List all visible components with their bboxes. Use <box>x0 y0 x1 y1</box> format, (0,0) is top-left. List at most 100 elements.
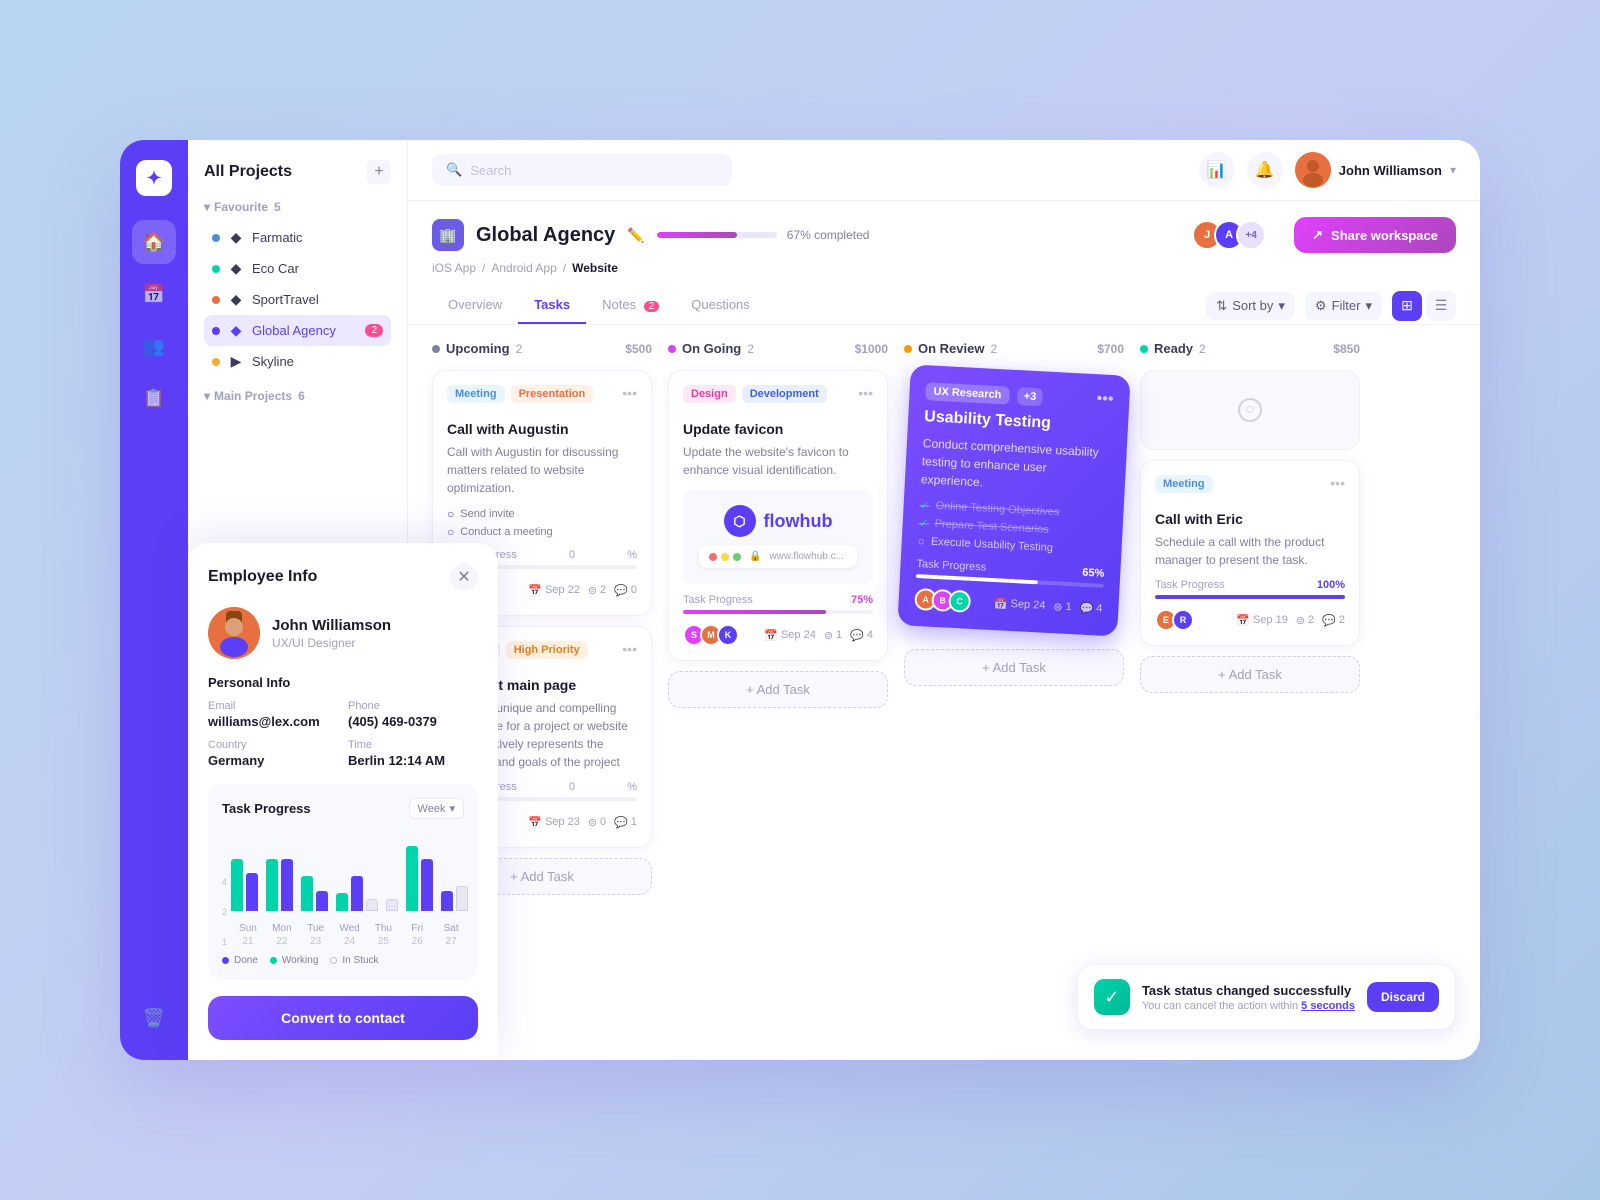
col-dot-onreview <box>904 345 912 353</box>
filter-button[interactable]: ⚙ Filter ▾ <box>1305 292 1382 320</box>
project-item-ecocar[interactable]: ◆ Eco Car <box>204 253 391 284</box>
bar-done-mon <box>281 859 293 911</box>
col-amount-upcoming: $500 <box>625 342 652 356</box>
user-profile[interactable]: John Williamson ▾ <box>1295 152 1456 188</box>
bar-stuck-thu <box>386 899 398 911</box>
column-onreview: On Review 2 $700 UX Research +3 ••• Usab… <box>904 341 1124 1044</box>
col-header-onreview: On Review 2 $700 <box>904 341 1124 356</box>
convert-to-contact-button[interactable]: Convert to contact <box>208 996 478 1040</box>
checklist-item-2: ○ Conduct a meeting <box>447 525 637 539</box>
dot-green <box>733 553 741 561</box>
chart-col-mon <box>266 841 293 911</box>
project-item-globalagency[interactable]: ◆ Global Agency 2 <box>204 315 391 346</box>
check-icon-2: ○ <box>447 525 454 539</box>
card-menu-icon[interactable]: ••• <box>622 385 637 401</box>
search-placeholder: Search <box>470 163 511 178</box>
meta-comments-eric: 💬 2 <box>1322 614 1345 627</box>
employee-info-text: John Williamson UX/UI Designer <box>272 617 391 650</box>
tab-tasks[interactable]: Tasks <box>518 287 586 324</box>
nav-users[interactable]: 👥 <box>132 324 176 368</box>
main-projects-section[interactable]: ▾ Main Projects 6 <box>204 389 391 403</box>
chevron-down-icon2: ▾ <box>204 389 210 403</box>
card-menu-icon-eric[interactable]: ••• <box>1330 475 1345 491</box>
grid-view-button[interactable]: ⊞ <box>1392 291 1422 321</box>
project-item-farmatic[interactable]: ◆ Farmatic <box>204 222 391 253</box>
card-menu-icon-2[interactable]: ••• <box>622 641 637 657</box>
field-email: Email williams@lex.com <box>208 700 338 729</box>
time-label: Time <box>348 739 478 751</box>
bar-working-sun <box>231 859 243 911</box>
purple-card-checklist: ✓ Online Testing Objectives ✓ Prepare Te… <box>917 498 1107 558</box>
browser-bar: 🔒 www.flowhub.c... <box>699 545 857 568</box>
tag-meeting: Meeting <box>447 385 505 403</box>
add-task-onreview[interactable]: + Add Task <box>904 649 1124 686</box>
meta-comments-2: 💬 1 <box>614 816 637 829</box>
meta-comments: 💬 0 <box>614 584 637 597</box>
search-box[interactable]: 🔍 Search <box>432 154 732 186</box>
card-menu-icon-3[interactable]: ••• <box>858 385 873 401</box>
col-count-ongoing: 2 <box>747 342 754 356</box>
legend-done: Done <box>222 955 258 966</box>
card-update-favicon: Design Development ••• Update favicon Up… <box>668 370 888 661</box>
col-amount-ongoing: $1000 <box>855 342 888 356</box>
share-icon: ↗ <box>1312 227 1323 243</box>
legend-dot-stuck <box>330 957 337 964</box>
bar-stuck-wed <box>366 899 378 911</box>
tag-extra: +3 <box>1017 387 1042 406</box>
bar-done-tue <box>316 891 328 911</box>
col-dot-ongoing <box>668 345 676 353</box>
calendar-icon-favicon: 📅 <box>764 629 778 642</box>
card-meta: 📅 Sep 22 ⊜ 2 💬 0 <box>528 584 637 597</box>
toast-discard-button[interactable]: Discard <box>1367 982 1439 1012</box>
kanban-board: Upcoming 2 $500 Meeting Presentation •••… <box>408 325 1480 1060</box>
close-panel-button[interactable]: ✕ <box>450 563 478 591</box>
tab-notes[interactable]: Notes 2 <box>586 287 675 324</box>
card-assignees-favicon: S M K <box>683 624 739 646</box>
add-task-ongoing[interactable]: + Add Task <box>668 671 888 708</box>
nav-trash[interactable]: 🗑️ <box>132 996 176 1040</box>
notification-button[interactable]: 🔔 <box>1247 152 1283 188</box>
card-meta-eric: 📅 Sep 19 ⊜ 2 💬 2 <box>1236 614 1345 627</box>
card-title-favicon: Update favicon <box>683 421 873 437</box>
edit-project-icon[interactable]: ✏️ <box>627 227 644 244</box>
toast-content: Task status changed successfully You can… <box>1142 983 1355 1012</box>
chart-col-wed <box>336 841 378 911</box>
toast-notification: ✓ Task status changed successfully You c… <box>1077 964 1456 1030</box>
employee-name: John Williamson <box>272 617 391 634</box>
favourite-section[interactable]: ▾ Favourite 5 <box>204 200 391 214</box>
toast-time-link[interactable]: 5 seconds <box>1301 1000 1355 1012</box>
tag-ux-research: UX Research <box>925 382 1010 404</box>
tab-overview[interactable]: Overview <box>432 287 518 324</box>
col-header-ready: Ready 2 $850 <box>1140 341 1360 356</box>
meta-subs-2: ⊜ 0 <box>588 816 606 829</box>
nav-tasks[interactable]: 📋 <box>132 376 176 420</box>
share-workspace-button[interactable]: ↗ Share workspace <box>1294 217 1456 253</box>
nav-calendar[interactable]: 📅 <box>132 272 176 316</box>
bar-done-fri <box>421 859 433 911</box>
sort-button[interactable]: ⇅ Sort by ▾ <box>1206 292 1295 320</box>
bar-working-wed <box>336 893 348 911</box>
list-view-button[interactable]: ☰ <box>1426 291 1456 321</box>
chart-y-labels: 4 2 1 <box>222 877 227 947</box>
toast-title: Task status changed successfully <box>1142 983 1355 998</box>
card-footer-favicon: S M K 📅 Sep 24 ⊜ 1 <box>683 624 873 646</box>
breadcrumb-android: Android App <box>491 261 556 275</box>
chart-button[interactable]: 📊 <box>1199 152 1235 188</box>
column-ready: Ready 2 $850 ○ Meeting ••• Call <box>1140 341 1360 1044</box>
chevron-user-icon: ▾ <box>1450 163 1456 177</box>
col-count-upcoming: 2 <box>516 342 523 356</box>
col-dot-upcoming <box>432 345 440 353</box>
chart-col-thu <box>386 841 398 911</box>
purple-card-menu-icon[interactable]: ••• <box>1096 390 1114 409</box>
chart-bars-fri <box>406 841 433 911</box>
task-progress-bar-favicon <box>683 610 873 614</box>
project-item-sporttravel[interactable]: ◆ SportTravel <box>204 284 391 315</box>
nav-home[interactable]: 🏠 <box>132 220 176 264</box>
time-value: Berlin 12:14 AM <box>348 753 478 768</box>
tab-questions[interactable]: Questions <box>675 287 766 324</box>
topbar: 🔍 Search 📊 🔔 John Williamson ▾ <box>408 140 1480 201</box>
project-item-skyline[interactable]: ▶ Skyline <box>204 346 391 377</box>
add-project-button[interactable]: + <box>367 160 391 184</box>
chart-period-button[interactable]: Week ▾ <box>409 798 464 819</box>
add-task-ready[interactable]: + Add Task <box>1140 656 1360 693</box>
